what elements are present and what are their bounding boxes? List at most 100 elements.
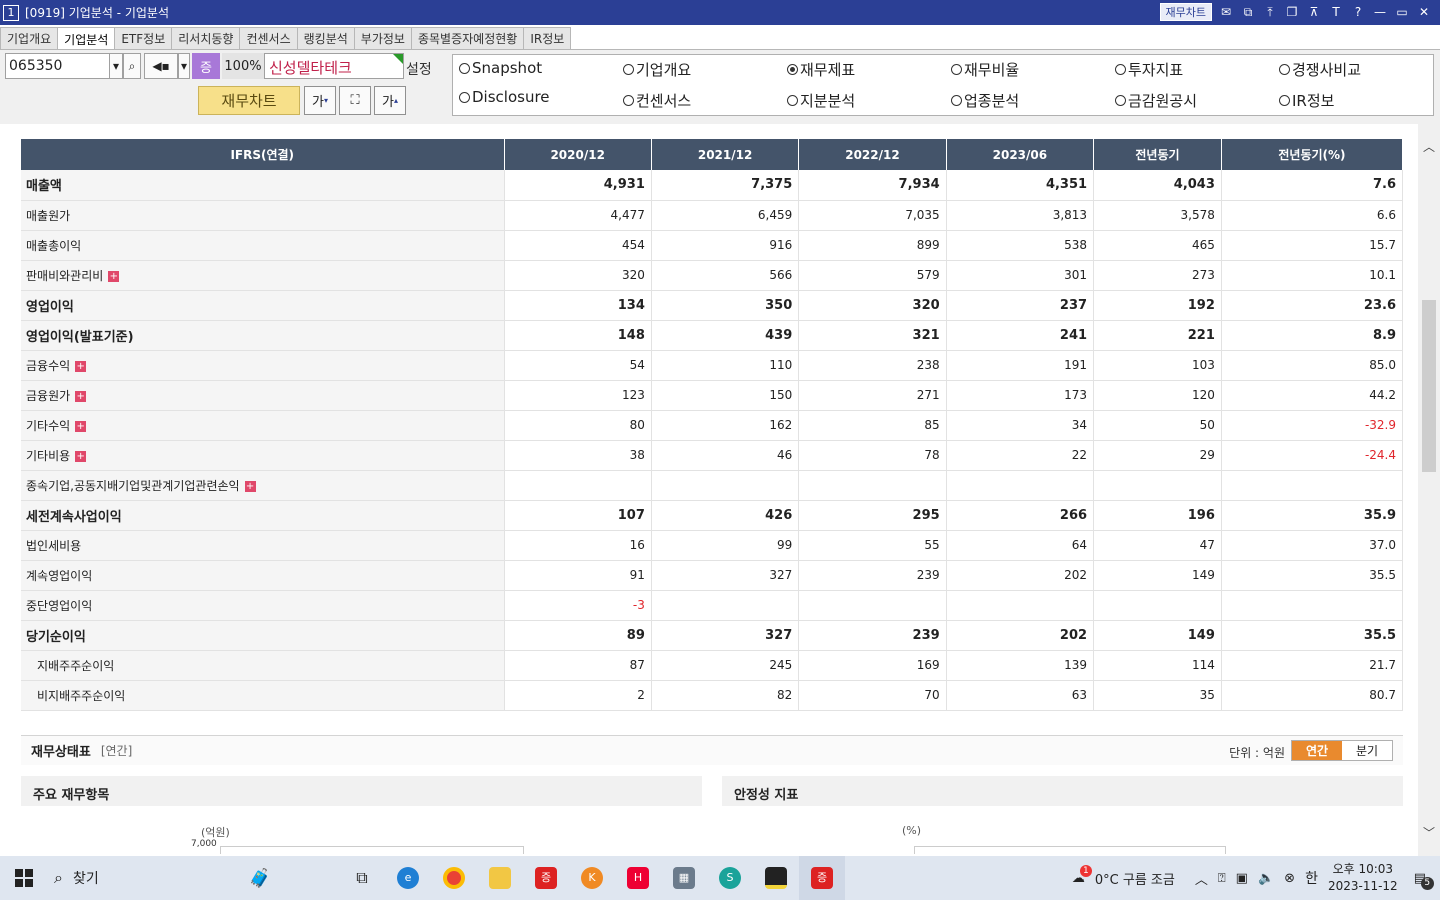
radio-fss-disclosure[interactable]: 금감원공시: [1115, 90, 1197, 111]
radio-industry-analysis[interactable]: 업종분석: [951, 90, 1019, 111]
tray-close-circle-icon[interactable]: ⊗: [1284, 871, 1295, 886]
close-icon[interactable]: ✕: [1416, 4, 1432, 20]
row-label[interactable]: 종속기업,공동지배기업및관계기업관련손익 +: [21, 470, 505, 501]
font-smaller-button[interactable]: 가 ▾: [304, 86, 336, 115]
expand-plus-icon[interactable]: +: [75, 360, 87, 372]
speaker-icon[interactable]: ◀▪: [144, 53, 178, 79]
settings-button[interactable]: 설정: [406, 59, 432, 79]
volume-icon[interactable]: 🔈: [1258, 871, 1274, 886]
zoom-badge[interactable]: 증: [192, 53, 220, 79]
chrome-browser-icon[interactable]: [431, 856, 477, 900]
calculator-icon[interactable]: ▦: [661, 856, 707, 900]
expand-plus-icon[interactable]: +: [244, 480, 256, 492]
font-icon[interactable]: T: [1328, 4, 1344, 20]
vertical-scrollbar[interactable]: ︿ ﹀: [1418, 124, 1440, 856]
pin-top-icon[interactable]: ⤒: [1262, 4, 1278, 20]
table-cell: 221: [1093, 320, 1222, 351]
row-label[interactable]: 금융원가 +: [21, 380, 505, 411]
mail-icon[interactable]: ✉: [1218, 4, 1234, 20]
expand-plus-icon[interactable]: +: [108, 270, 120, 282]
notification-icon[interactable]: ▤ 5: [1414, 871, 1434, 890]
expand-plus-icon[interactable]: +: [75, 450, 87, 462]
annual-toggle-button[interactable]: 연간: [1292, 741, 1342, 760]
row-label[interactable]: 기타비용 +: [21, 440, 505, 471]
radio-label: 투자지표: [1128, 61, 1184, 79]
minimize-icon[interactable]: —: [1372, 4, 1388, 20]
expand-plus-icon[interactable]: +: [75, 420, 87, 432]
weather-icon[interactable]: ☁ 1: [1072, 864, 1092, 886]
search-icon[interactable]: ⌕: [123, 53, 141, 79]
expand-plus-icon[interactable]: +: [75, 390, 87, 402]
network-icon[interactable]: ▣: [1236, 871, 1248, 886]
radio-financial-statements[interactable]: 재무제표: [787, 59, 855, 80]
radio-equity-analysis[interactable]: 지분분석: [787, 90, 855, 111]
radio-ir-info[interactable]: IR정보: [1279, 90, 1334, 111]
sticky-notes-icon[interactable]: [753, 856, 799, 900]
edge-browser-icon[interactable]: e: [385, 856, 431, 900]
quarterly-toggle-button[interactable]: 분기: [1342, 741, 1392, 760]
ime-indicator[interactable]: 한: [1305, 868, 1318, 888]
table-row: 매출원가 4,477 6,459 7,035 3,813 3,578 6.6: [21, 200, 1404, 231]
font-larger-button[interactable]: 가 ▴: [374, 86, 406, 115]
tab-capital-increase[interactable]: 종목별증자예정현황: [410, 27, 525, 49]
financial-chart-button[interactable]: 재무차트: [198, 86, 300, 115]
scroll-down-icon[interactable]: ﹀: [1422, 824, 1436, 840]
radio-competitor-comparison[interactable]: 경쟁사비교: [1279, 59, 1361, 80]
company-name-field[interactable]: 신성델타테크: [264, 53, 404, 79]
teal-app-icon[interactable]: S: [707, 856, 753, 900]
code-dropdown-icon[interactable]: ▾: [109, 53, 123, 79]
radio-circle-icon: [1279, 64, 1290, 75]
fit-screen-icon[interactable]: ⛶: [339, 86, 371, 115]
window-number[interactable]: 1: [3, 4, 19, 21]
tab-research[interactable]: 리서치동향: [171, 27, 241, 49]
radio-company-overview[interactable]: 기업개요: [623, 59, 691, 80]
radio-circle-icon: [623, 64, 634, 75]
pin-icon[interactable]: ⊼: [1306, 4, 1322, 20]
tray-chevron-icon[interactable]: ︿: [1195, 869, 1208, 888]
table-cell: 103: [1093, 350, 1222, 381]
row-label[interactable]: 금융수익 +: [21, 350, 505, 381]
tray-app-icon[interactable]: ⍰: [1218, 871, 1226, 886]
tab-ranking[interactable]: 랭킹분석: [296, 27, 355, 49]
tab-additional-info[interactable]: 부가정보: [353, 27, 412, 49]
search-icon: ⌕: [54, 868, 63, 887]
scroll-up-icon[interactable]: ︿: [1422, 138, 1436, 154]
scroll-thumb[interactable]: [1422, 300, 1436, 472]
weather-text[interactable]: 0°C 구름 조금: [1095, 869, 1175, 888]
radio-disclosure[interactable]: Disclosure: [459, 88, 550, 106]
tab-company-analysis[interactable]: 기업분석: [57, 27, 116, 50]
tab-company-overview[interactable]: 기업개요: [0, 27, 59, 49]
row-label[interactable]: 판매비와관리비 +: [21, 260, 505, 291]
task-view-icon[interactable]: ⧉: [339, 856, 385, 900]
row-label[interactable]: 기타수익 +: [21, 410, 505, 441]
clock[interactable]: 오후 10:03 2023-11-12: [1328, 861, 1398, 895]
table-cell: 245: [651, 650, 800, 681]
radio-consensus[interactable]: 컨센서스: [623, 90, 691, 111]
kakao-app-icon[interactable]: K: [569, 856, 615, 900]
stock-code-input[interactable]: 065350: [5, 53, 110, 79]
windows-start-icon[interactable]: [0, 856, 48, 900]
tab-ir-info[interactable]: IR정보: [523, 27, 572, 49]
help-icon[interactable]: ?: [1350, 4, 1366, 20]
radio-financial-ratios[interactable]: 재무비율: [951, 59, 1019, 80]
maximize-icon[interactable]: ▭: [1394, 4, 1410, 20]
top-tabs: 기업개요 기업분석 ETF정보 리서치동향 컨센서스 랭킹분석 부가정보 종목별…: [0, 27, 572, 50]
header-col: 전년동기(%): [1221, 139, 1404, 170]
tab-consensus[interactable]: 컨센서스: [239, 27, 298, 49]
active-trading-app-icon[interactable]: 증: [799, 856, 845, 900]
file-explorer-icon[interactable]: [477, 856, 523, 900]
speaker-dropdown-icon[interactable]: ▾: [178, 53, 190, 79]
radio-investment-indicators[interactable]: 투자지표: [1115, 59, 1183, 80]
trading-app-icon[interactable]: 증: [523, 856, 569, 900]
tab-etf-info[interactable]: ETF정보: [114, 27, 173, 49]
key-items-title: 주요 재무항목: [21, 776, 702, 806]
radio-snapshot[interactable]: Snapshot: [459, 59, 542, 77]
link-window-icon[interactable]: ⧉: [1240, 4, 1256, 20]
financial-chart-title-button[interactable]: 재무차트: [1159, 3, 1212, 21]
red-app-icon[interactable]: H: [615, 856, 661, 900]
table-cell: [1221, 470, 1404, 501]
table-row: 중단영업이익 -3: [21, 590, 1404, 621]
restore-icon[interactable]: ❐: [1284, 4, 1300, 20]
content-area[interactable]: IFRS(연결) 2020/12 2021/12 2022/12 2023/06…: [0, 124, 1418, 856]
taskbar-search[interactable]: ⌕ 찾기 🧳: [54, 868, 339, 889]
